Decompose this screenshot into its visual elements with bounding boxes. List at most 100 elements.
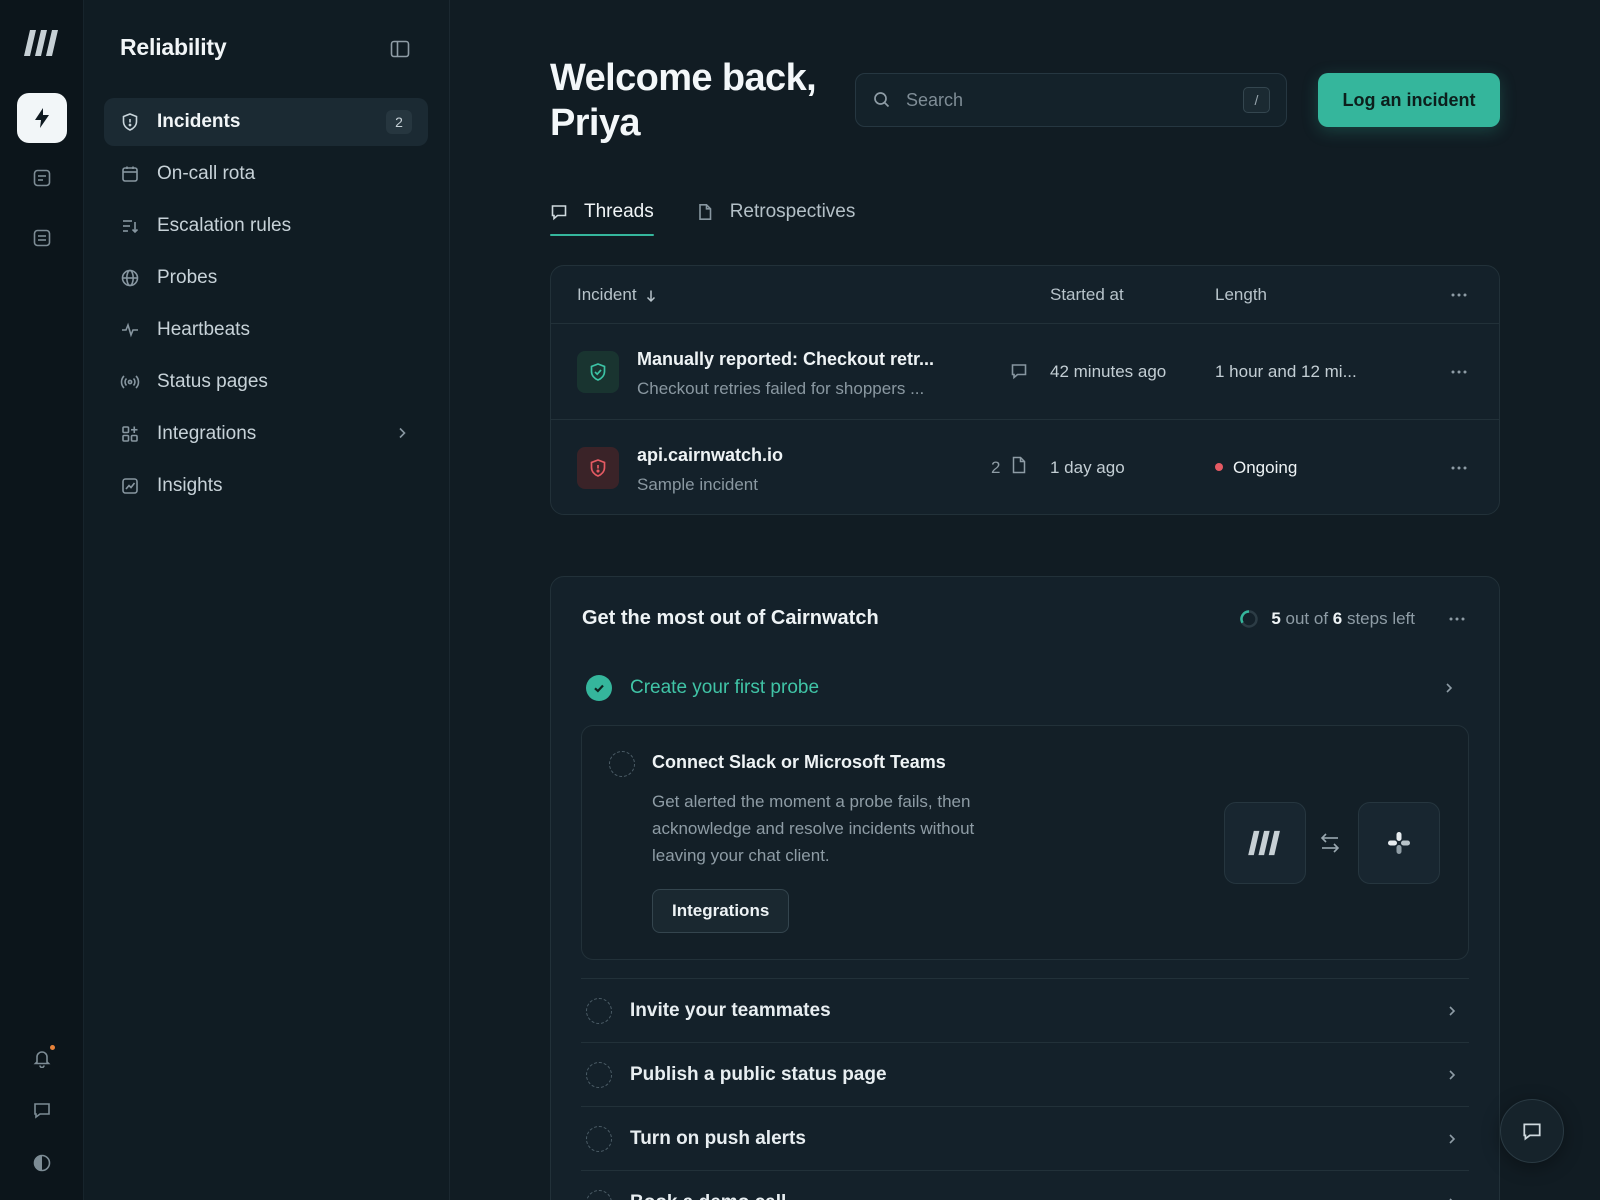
comment-icon (551, 205, 567, 221)
incomplete-step-icon (586, 997, 612, 1024)
table-row[interactable]: api.cairnwatch.io Sample incident 2 1 da… (551, 420, 1499, 514)
cairnwatch-logo-icon (1248, 830, 1280, 856)
incident-started: 42 minutes ago (1050, 362, 1167, 381)
theme-toggle-button[interactable] (17, 1138, 67, 1188)
incident-subtitle: Checkout retries failed for shoppers ... (637, 379, 925, 398)
feedback-button[interactable] (17, 1085, 67, 1135)
progress-ring-icon (1240, 610, 1259, 628)
sidebar-item-label: Integrations (157, 423, 257, 444)
column-label: Incident (577, 285, 637, 304)
globe-icon (121, 269, 139, 287)
chevron-right-icon (1446, 683, 1453, 693)
shield-alert-icon (590, 459, 606, 477)
column-header-started[interactable]: Started at (1050, 285, 1124, 305)
incomplete-step-icon (586, 1061, 612, 1088)
logs-rail-button[interactable] (17, 213, 67, 263)
step-publish-status-page[interactable]: Publish a public status page (581, 1042, 1469, 1106)
sidebar-item-label: Heartbeats (157, 319, 250, 340)
sidebar: Reliability Incidents 2 On-call rota Esc… (84, 0, 450, 1200)
sidebar-item-status-pages[interactable]: Status pages (104, 358, 428, 406)
search-shortcut-key: / (1243, 87, 1270, 113)
more-options-icon[interactable] (1450, 292, 1468, 298)
tab-label: Threads (584, 201, 654, 222)
cairnwatch-tile (1224, 802, 1306, 884)
sidebar-item-insights[interactable]: Insights (104, 462, 428, 510)
list-sort-icon (123, 220, 139, 234)
sidebar-item-label: Incidents (157, 111, 241, 132)
step-label: Turn on push alerts (630, 1127, 806, 1149)
chevron-right-icon (399, 427, 406, 439)
document-icon (1012, 456, 1026, 474)
document-icon (698, 204, 712, 220)
incidents-count-badge: 2 (386, 110, 412, 134)
shield-icon (122, 113, 138, 131)
sidebar-nav: Incidents 2 On-call rota Escalation rule… (104, 98, 428, 514)
progress-suffix: steps left (1342, 609, 1415, 628)
contrast-icon (33, 1154, 51, 1172)
ongoing-label: Ongoing (1233, 458, 1298, 477)
chat-app-tile (1358, 802, 1440, 884)
sidebar-item-heartbeats[interactable]: Heartbeats (104, 306, 428, 354)
grid-plus-icon (122, 426, 138, 442)
table-row[interactable]: Manually reported: Checkout retr... Chec… (551, 324, 1499, 420)
ongoing-status-dot (1215, 463, 1223, 471)
bell-icon (33, 1051, 51, 1068)
row-more-options-icon[interactable] (1450, 369, 1468, 375)
incidents-table: Incident Started at Length Manually repo… (550, 265, 1500, 515)
step-create-probe[interactable]: Create your first probe (586, 673, 1466, 703)
chevron-right-icon (1449, 1198, 1453, 1200)
onboarding-title: Get the most out of Cairnwatch (582, 607, 879, 629)
incidents-rail-button[interactable] (17, 93, 67, 143)
step-connect-chat-expanded: Connect Slack or Microsoft Teams Get ale… (581, 725, 1469, 960)
onboarding-progress: 5 out of 6 steps left (1239, 609, 1415, 629)
search-input[interactable] (906, 89, 1243, 111)
status-rail-button[interactable] (17, 153, 67, 203)
main-content: Welcome back, Priya / Log an incident Th… (450, 0, 1600, 1200)
calendar-icon (122, 166, 138, 182)
step-book-demo[interactable]: Book a demo call (581, 1170, 1469, 1200)
sidebar-item-label: Insights (157, 475, 223, 496)
step-label: Publish a public status page (630, 1063, 887, 1085)
icon-rail (0, 0, 84, 1200)
integrations-button[interactable]: Integrations (652, 889, 790, 933)
notifications-button[interactable] (17, 1033, 67, 1083)
chat-bubble-icon (34, 1103, 50, 1119)
step-invite-teammates[interactable]: Invite your teammates (581, 978, 1469, 1042)
step-label: Invite your teammates (630, 999, 831, 1021)
column-header-incident[interactable]: Incident (577, 285, 657, 305)
broadcast-icon (120, 375, 140, 389)
incident-title: api.cairnwatch.io (637, 445, 784, 465)
chevron-right-icon (1449, 1070, 1456, 1080)
incident-length: 1 hour and 12 mi... (1215, 362, 1357, 381)
sidebar-item-incidents[interactable]: Incidents 2 (104, 98, 428, 146)
row-more-options-icon[interactable] (1450, 465, 1468, 471)
column-header-length[interactable]: Length (1215, 285, 1267, 305)
tab-retrospectives[interactable]: Retrospectives (696, 196, 855, 236)
card-more-options-icon[interactable] (1448, 616, 1466, 622)
check-circle-icon (586, 675, 612, 701)
swap-arrows-icon (1320, 833, 1340, 853)
step-title: Connect Slack or Microsoft Teams (652, 752, 946, 772)
sidebar-title: Reliability (120, 34, 227, 60)
sidebar-item-probes[interactable]: Probes (104, 254, 428, 302)
sidebar-item-on-call-rota[interactable]: On-call rota (104, 150, 428, 198)
step-push-alerts[interactable]: Turn on push alerts (581, 1106, 1469, 1170)
attachment-count: 2 (991, 458, 1001, 477)
cairnwatch-logo-icon[interactable] (24, 28, 60, 58)
log-incident-button[interactable]: Log an incident (1318, 73, 1500, 127)
arrow-down-icon (646, 290, 655, 302)
search-box[interactable]: / (855, 73, 1287, 127)
incident-length: Ongoing (1215, 458, 1297, 478)
steps-left-count: 5 (1271, 609, 1281, 628)
progress-text: out of (1280, 609, 1333, 628)
incident-started: 1 day ago (1050, 458, 1125, 477)
tab-threads[interactable]: Threads (550, 196, 654, 236)
sidebar-collapse-icon[interactable] (390, 40, 410, 58)
page-title: Welcome back, Priya (550, 56, 830, 146)
tab-bar: Threads Retrospectives (550, 196, 897, 236)
support-chat-button[interactable] (1500, 1099, 1564, 1163)
sidebar-item-integrations[interactable]: Integrations (104, 410, 428, 458)
incident-title: Manually reported: Checkout retr... (637, 349, 935, 369)
sidebar-item-escalation-rules[interactable]: Escalation rules (104, 202, 428, 250)
sidebar-item-label: On-call rota (157, 163, 256, 184)
